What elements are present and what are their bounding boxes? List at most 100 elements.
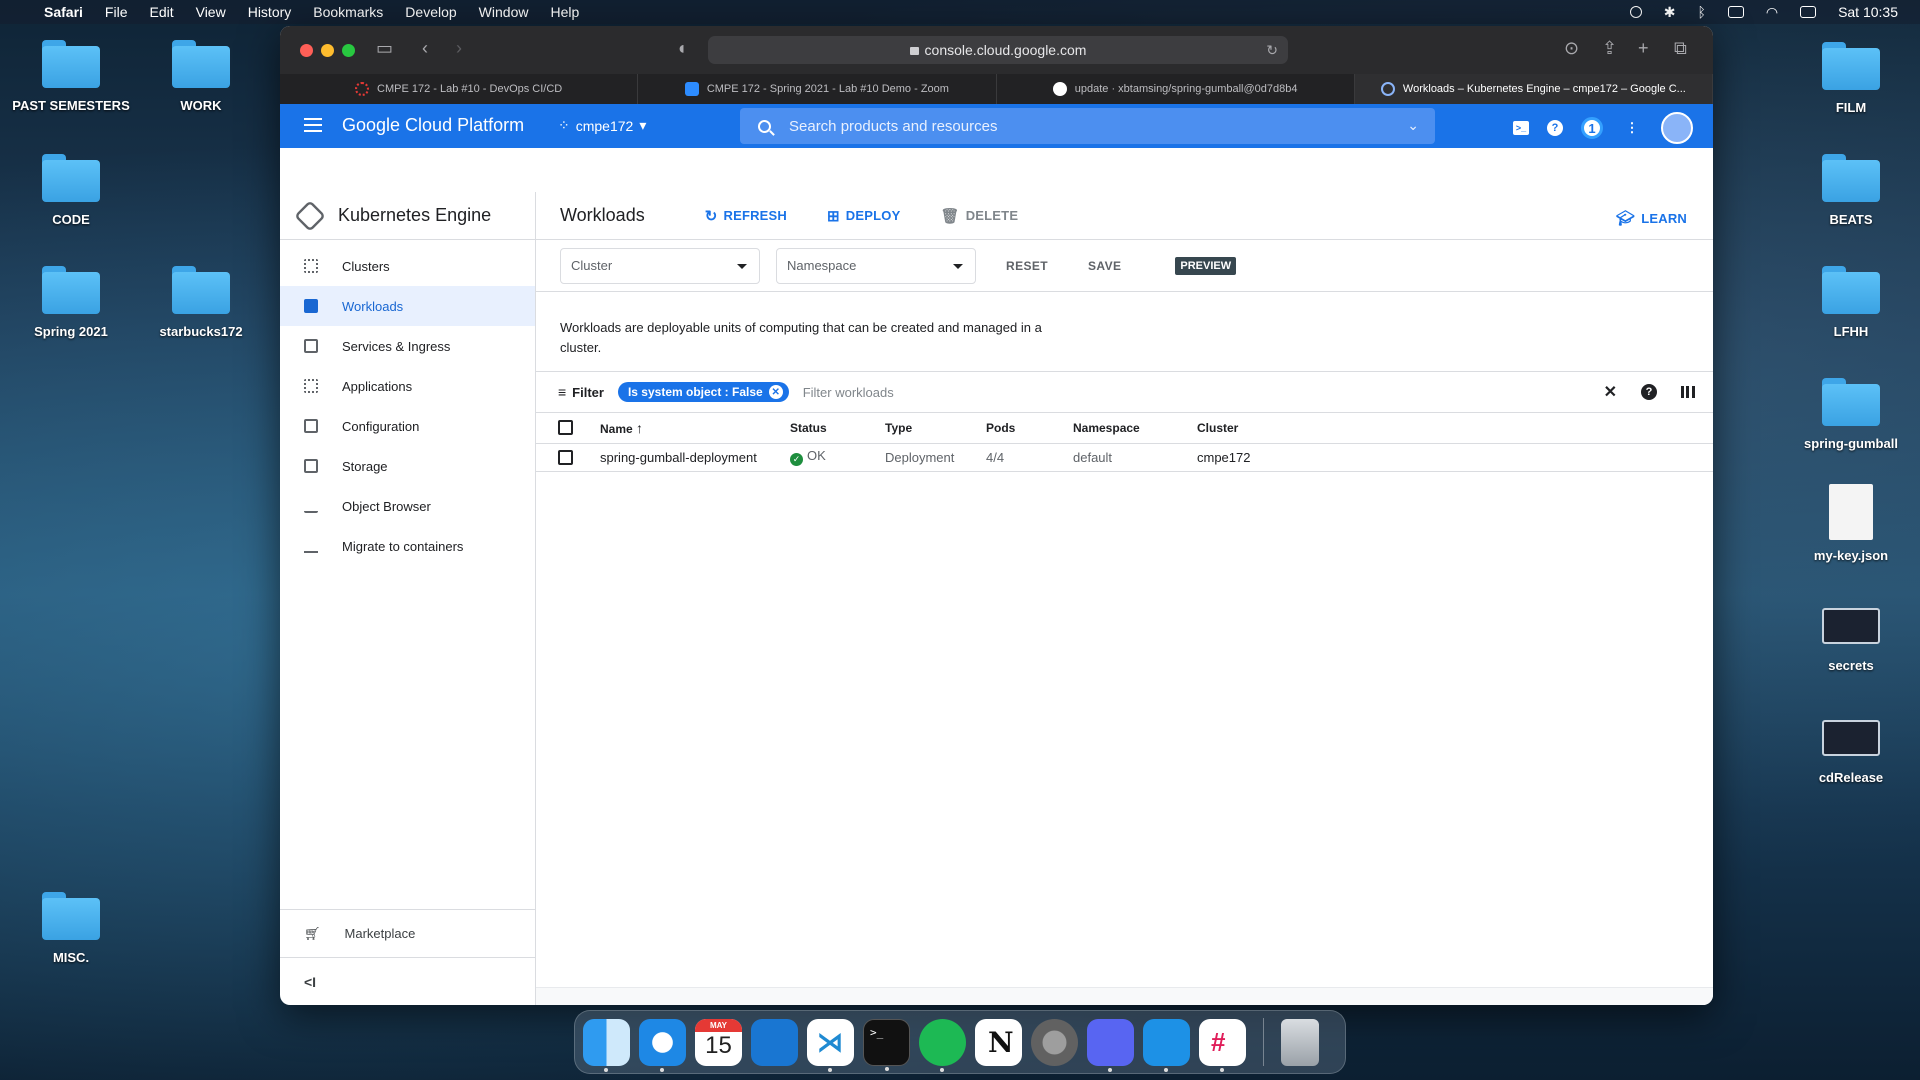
forward-icon[interactable]: › (456, 38, 462, 59)
desktop-folder[interactable]: PAST SEMESTERS (6, 40, 136, 113)
nav-configuration[interactable]: Configuration (280, 406, 535, 446)
battery-icon[interactable] (1727, 6, 1744, 18)
save-button[interactable]: SAVE (1078, 259, 1135, 273)
bluetooth-icon[interactable]: ᛒ (1697, 4, 1705, 20)
bluetooth-alt-icon[interactable]: ✱ (1664, 4, 1676, 21)
address-bar[interactable]: console.cloud.google.com ↻ (708, 36, 1288, 64)
column-display-icon[interactable] (1681, 386, 1695, 398)
clear-filter-icon[interactable]: ✕ (1604, 382, 1617, 402)
close-window-button[interactable] (300, 44, 313, 57)
desktop-file[interactable]: cdRelease (1786, 720, 1916, 785)
nav-migrate[interactable]: Migrate to containers (280, 526, 535, 566)
system-preferences-icon[interactable] (1031, 1018, 1078, 1066)
filter-input[interactable]: Filter workloads (803, 385, 894, 400)
cloud-shell-icon[interactable]: >_ (1513, 121, 1529, 135)
project-selector[interactable]: ⁘ cmpe172 ▾ (558, 117, 646, 134)
menu-clock[interactable]: Sat 10:35 (1838, 4, 1898, 20)
terminal-icon[interactable]: >_ (863, 1018, 910, 1071)
filter-list-icon[interactable]: ≡ (558, 384, 566, 400)
horizontal-scrollbar[interactable] (536, 987, 1713, 1005)
menu-edit[interactable]: Edit (149, 4, 173, 20)
reset-button[interactable]: RESET (992, 259, 1062, 273)
menu-help[interactable]: Help (550, 4, 579, 20)
cluster-link[interactable]: cmpe172 (1197, 443, 1713, 472)
namespace-select[interactable]: Namespace (776, 247, 976, 284)
desktop-folder[interactable]: BEATS (1786, 154, 1916, 227)
sort-arrow-up-icon[interactable]: ↑ (636, 420, 643, 436)
slack-icon[interactable]: # (1199, 1018, 1246, 1072)
new-tab-icon[interactable]: + (1638, 38, 1649, 59)
vscode-icon[interactable]: ⋊ (807, 1018, 854, 1072)
minimize-window-button[interactable] (321, 44, 334, 57)
chevron-down-icon[interactable]: ⌄ (1407, 117, 1419, 134)
help-icon[interactable]: ? (1547, 120, 1563, 136)
menu-view[interactable]: View (196, 4, 226, 20)
status-column-header[interactable]: Status (790, 413, 885, 444)
desktop-file[interactable]: my-key.json (1786, 484, 1916, 563)
docker-icon[interactable] (1143, 1018, 1190, 1072)
discord-icon[interactable] (1087, 1018, 1134, 1072)
remove-chip-icon[interactable]: ✕ (768, 385, 783, 399)
select-all-checkbox[interactable] (558, 420, 573, 436)
reload-icon[interactable]: ↻ (1266, 42, 1278, 59)
nav-clusters[interactable]: Clusters (280, 246, 535, 286)
privacy-shield-icon[interactable]: ◖ (676, 38, 687, 59)
deploy-button[interactable]: ⊞ DEPLOY (827, 207, 900, 225)
namespace-column-header[interactable]: Namespace (1073, 413, 1197, 444)
row-checkbox[interactable] (558, 450, 573, 466)
control-center-icon[interactable] (1800, 6, 1817, 18)
nav-storage[interactable]: Storage (280, 446, 535, 486)
desktop-file[interactable]: secrets (1786, 608, 1916, 673)
desktop-folder[interactable]: spring-gumball (1786, 378, 1916, 451)
zoom-window-button[interactable] (342, 44, 355, 57)
menu-file[interactable]: File (105, 4, 128, 20)
nav-applications[interactable]: Applications (280, 366, 535, 406)
menu-develop[interactable]: Develop (405, 4, 456, 20)
menu-bookmarks[interactable]: Bookmarks (313, 4, 383, 20)
menu-hamburger-icon[interactable] (304, 118, 322, 132)
sidebar-toggle-icon[interactable]: ▭ (376, 38, 393, 59)
desktop-folder[interactable]: starbucks172 (136, 266, 266, 339)
nav-workloads[interactable]: Workloads (280, 286, 535, 326)
filter-chip[interactable]: Is system object : False ✕ (617, 382, 789, 402)
tab-overview-icon[interactable]: ⧉ (1674, 38, 1687, 59)
type-column-header[interactable]: Type (885, 413, 986, 444)
notion-icon[interactable]: N (975, 1018, 1022, 1066)
desktop-folder[interactable]: Spring 2021 (6, 266, 136, 339)
pods-column-header[interactable]: Pods (986, 413, 1073, 444)
desktop-folder[interactable]: CODE (6, 154, 136, 227)
menu-app-name[interactable]: Safari (44, 4, 83, 20)
learn-button[interactable]: 🎓︎ LEARN (1616, 209, 1687, 227)
menu-history[interactable]: History (248, 4, 292, 20)
downloads-icon[interactable]: ⊙ (1564, 38, 1579, 59)
browser-tab[interactable]: CMPE 172 - Lab #10 - DevOps CI/CD (280, 74, 639, 104)
desktop-folder[interactable]: LFHH (1786, 266, 1916, 339)
notifications-badge[interactable]: 1 (1581, 117, 1603, 139)
back-icon[interactable]: ‹ (422, 38, 428, 59)
delete-button[interactable]: 🗑︎ DELETE (940, 207, 1018, 225)
collapse-nav-button[interactable]: <I (280, 957, 536, 1005)
desktop-folder[interactable]: FILM (1786, 42, 1916, 115)
gcp-logo-title[interactable]: Google Cloud Platform (342, 115, 524, 136)
user-avatar[interactable] (1661, 112, 1693, 144)
browser-tab[interactable]: update · xbtamsing/spring-gumball@0d7d8b… (997, 74, 1355, 104)
nav-services-ingress[interactable]: Services & Ingress (280, 326, 535, 366)
search-bar[interactable]: Search products and resources ⌄ (740, 108, 1435, 144)
weather-icon[interactable] (1629, 6, 1642, 18)
browser-tab-active[interactable]: Workloads – Kubernetes Engine – cmpe172 … (1354, 74, 1713, 104)
finder-icon[interactable] (583, 1018, 630, 1072)
menu-window[interactable]: Window (479, 4, 529, 20)
more-vert-icon[interactable]: ⋮ (1621, 117, 1643, 139)
cluster-column-header[interactable]: Cluster (1197, 413, 1713, 444)
help-icon[interactable]: ? (1641, 384, 1657, 400)
share-icon[interactable]: ⇪ (1602, 38, 1617, 59)
safari-icon[interactable] (639, 1018, 686, 1072)
xcode-icon[interactable] (751, 1018, 798, 1066)
nav-marketplace[interactable]: 🛒︎ Marketplace (280, 909, 536, 957)
trash-icon[interactable] (1281, 1018, 1319, 1066)
workload-name-link[interactable]: spring-gumball-deployment (600, 443, 790, 472)
name-column-header[interactable]: Name ↑ (600, 413, 790, 444)
desktop-folder[interactable]: WORK (136, 40, 266, 113)
cluster-select[interactable]: Cluster (560, 247, 760, 284)
desktop-folder[interactable]: MISC. (6, 892, 136, 965)
